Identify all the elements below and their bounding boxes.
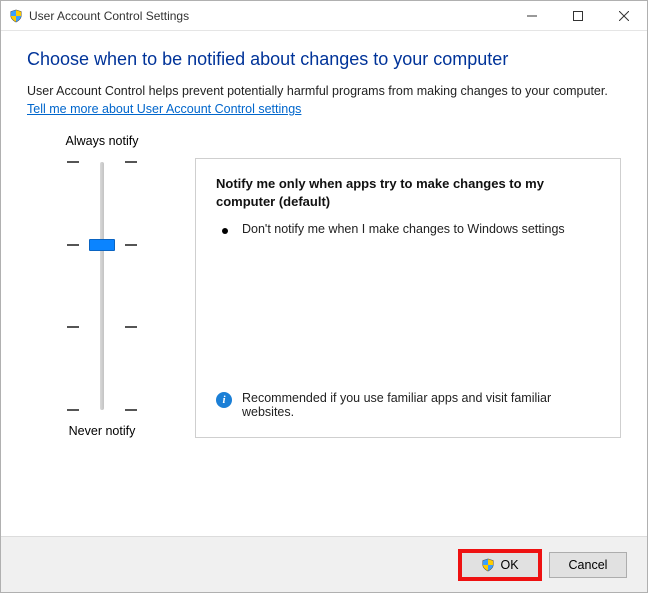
slider-top-label: Always notify [27,134,177,148]
uac-slider[interactable] [67,156,137,416]
body-row: Always notify Never notify Notify me onl… [27,134,621,438]
ok-button[interactable]: OK [461,552,539,578]
titlebar-title-group: User Account Control Settings [9,9,509,23]
recommend-text: Recommended if you use familiar apps and… [242,391,600,419]
notification-detail-box: Notify me only when apps try to make cha… [195,158,621,438]
slider-thumb[interactable] [89,239,115,251]
window-controls [509,1,647,30]
page-heading: Choose when to be notified about changes… [27,49,621,70]
slider-notch-2 [67,321,137,333]
shield-icon [481,558,495,572]
uac-settings-window: User Account Control Settings Choose whe… [0,0,648,593]
titlebar: User Account Control Settings [1,1,647,31]
shield-icon [9,9,23,23]
button-bar: OK Cancel [1,536,647,592]
content-area: Choose when to be notified about changes… [1,31,647,536]
maximize-button[interactable] [555,1,601,30]
info-icon: i [216,392,232,408]
window-title: User Account Control Settings [29,9,189,23]
page-subtext: User Account Control helps prevent poten… [27,84,621,98]
slider-bottom-label: Never notify [27,424,177,438]
bullet-icon [222,228,228,234]
cancel-button[interactable]: Cancel [549,552,627,578]
detail-bullet-text: Don't notify me when I make changes to W… [242,222,565,236]
slider-column: Always notify Never notify [27,134,177,438]
slider-track [100,162,104,410]
slider-notch-1 [67,404,137,416]
cancel-button-label: Cancel [569,558,608,572]
detail-bullet-row: Don't notify me when I make changes to W… [216,222,600,236]
recommend-row: i Recommended if you use familiar apps a… [216,391,600,419]
close-button[interactable] [601,1,647,30]
minimize-button[interactable] [509,1,555,30]
slider-notch-4 [67,156,137,168]
detail-title: Notify me only when apps try to make cha… [216,175,600,210]
ok-button-label: OK [500,558,518,572]
learn-more-link[interactable]: Tell me more about User Account Control … [27,102,301,116]
detail-spacer [216,246,600,391]
